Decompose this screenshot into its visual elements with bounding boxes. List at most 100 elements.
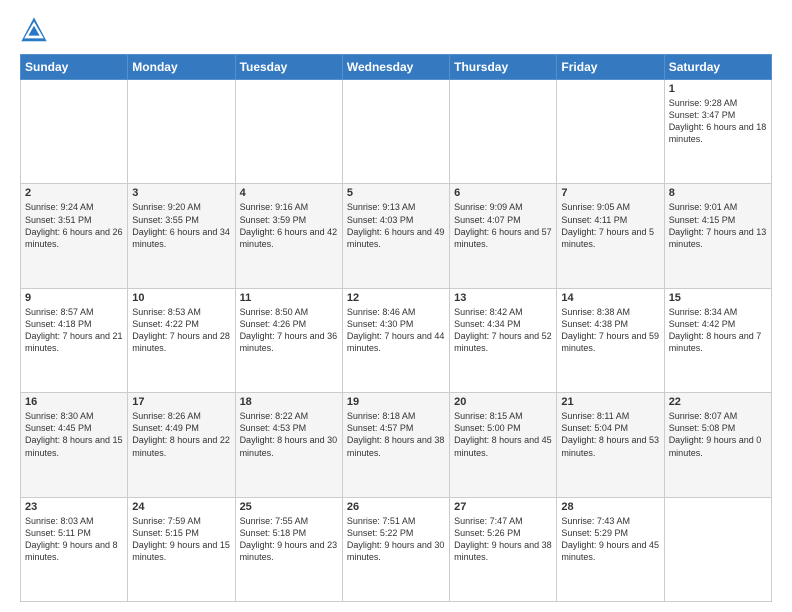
day-number: 13 xyxy=(454,292,552,304)
day-number: 10 xyxy=(132,292,230,304)
day-info: Sunrise: 8:38 AM Sunset: 4:38 PM Dayligh… xyxy=(561,306,659,355)
day-info: Sunrise: 7:43 AM Sunset: 5:29 PM Dayligh… xyxy=(561,515,659,564)
day-info: Sunrise: 8:18 AM Sunset: 4:57 PM Dayligh… xyxy=(347,410,445,459)
day-number: 7 xyxy=(561,187,659,199)
day-number: 14 xyxy=(561,292,659,304)
day-info: Sunrise: 9:13 AM Sunset: 4:03 PM Dayligh… xyxy=(347,201,445,250)
day-info: Sunrise: 9:20 AM Sunset: 3:55 PM Dayligh… xyxy=(132,201,230,250)
calendar-day-cell: 21 Sunrise: 8:11 AM Sunset: 5:04 PM Dayli… xyxy=(557,393,664,497)
day-info: Sunrise: 9:28 AM Sunset: 3:47 PM Dayligh… xyxy=(669,97,767,146)
calendar-day-cell: 26Sunrise: 7:51 AM Sunset: 5:22 PM Dayli… xyxy=(342,497,449,601)
day-info: Sunrise: 9:09 AM Sunset: 4:07 PM Dayligh… xyxy=(454,201,552,250)
calendar-day-header: Wednesday xyxy=(342,55,449,80)
day-info: Sunrise: 8:15 AM Sunset: 5:00 PM Dayligh… xyxy=(454,410,552,459)
day-number: 26 xyxy=(347,501,445,513)
calendar-day-cell: 27 Sunrise: 7:47 AM Sunset: 5:26 PM Dayli… xyxy=(450,497,557,601)
calendar-day-cell: 9 Sunrise: 8:57 AM Sunset: 4:18 PM Daylig… xyxy=(21,288,128,392)
calendar-day-cell: 6 Sunrise: 9:09 AM Sunset: 4:07 PM Daylig… xyxy=(450,184,557,288)
calendar-week-row: 16 Sunrise: 8:30 AM Sunset: 4:45 PM Dayli… xyxy=(21,393,772,497)
calendar-week-row: 23Sunrise: 8:03 AM Sunset: 5:11 PM Dayli… xyxy=(21,497,772,601)
day-number: 27 xyxy=(454,501,552,513)
calendar-day-cell: 13 Sunrise: 8:42 AM Sunset: 4:34 PM Dayli… xyxy=(450,288,557,392)
day-info: Sunrise: 7:59 AM Sunset: 5:15 PM Dayligh… xyxy=(132,515,230,564)
day-info: Sunrise: 8:26 AM Sunset: 4:49 PM Dayligh… xyxy=(132,410,230,459)
calendar-header-row: SundayMondayTuesdayWednesdayThursdayFrid… xyxy=(21,55,772,80)
day-number: 6 xyxy=(454,187,552,199)
logo xyxy=(20,16,52,44)
day-number: 12 xyxy=(347,292,445,304)
day-number: 18 xyxy=(240,396,338,408)
day-info: Sunrise: 7:47 AM Sunset: 5:26 PM Dayligh… xyxy=(454,515,552,564)
calendar-day-cell: 14 Sunrise: 8:38 AM Sunset: 4:38 PM Dayli… xyxy=(557,288,664,392)
day-info: Sunrise: 7:55 AM Sunset: 5:18 PM Dayligh… xyxy=(240,515,338,564)
calendar-day-cell: 18 Sunrise: 8:22 AM Sunset: 4:53 PM Dayli… xyxy=(235,393,342,497)
calendar-day-cell: 4 Sunrise: 9:16 AM Sunset: 3:59 PM Daylig… xyxy=(235,184,342,288)
calendar-day-cell: 8 Sunrise: 9:01 AM Sunset: 4:15 PM Daylig… xyxy=(664,184,771,288)
day-number: 9 xyxy=(25,292,123,304)
day-number: 8 xyxy=(669,187,767,199)
calendar-day-cell: 19 Sunrise: 8:18 AM Sunset: 4:57 PM Dayli… xyxy=(342,393,449,497)
day-info: Sunrise: 8:22 AM Sunset: 4:53 PM Dayligh… xyxy=(240,410,338,459)
calendar-day-header: Thursday xyxy=(450,55,557,80)
day-number: 2 xyxy=(25,187,123,199)
day-info: Sunrise: 8:57 AM Sunset: 4:18 PM Dayligh… xyxy=(25,306,123,355)
day-number: 22 xyxy=(669,396,767,408)
day-number: 19 xyxy=(347,396,445,408)
day-info: Sunrise: 9:24 AM Sunset: 3:51 PM Dayligh… xyxy=(25,201,123,250)
calendar-week-row: 2 Sunrise: 9:24 AM Sunset: 3:51 PM Daylig… xyxy=(21,184,772,288)
calendar-day-cell: 25 Sunrise: 7:55 AM Sunset: 5:18 PM Dayli… xyxy=(235,497,342,601)
calendar-day-cell xyxy=(664,497,771,601)
day-number: 20 xyxy=(454,396,552,408)
day-number: 15 xyxy=(669,292,767,304)
calendar-day-cell: 15 Sunrise: 8:34 AM Sunset: 4:42 PM Dayli… xyxy=(664,288,771,392)
day-number: 25 xyxy=(240,501,338,513)
day-info: Sunrise: 8:42 AM Sunset: 4:34 PM Dayligh… xyxy=(454,306,552,355)
day-number: 3 xyxy=(132,187,230,199)
calendar-day-cell: 24 Sunrise: 7:59 AM Sunset: 5:15 PM Dayli… xyxy=(128,497,235,601)
day-info: Sunrise: 8:46 AM Sunset: 4:30 PM Dayligh… xyxy=(347,306,445,355)
day-info: Sunrise: 8:07 AM Sunset: 5:08 PM Dayligh… xyxy=(669,410,767,459)
calendar-day-cell: 1 Sunrise: 9:28 AM Sunset: 3:47 PM Daylig… xyxy=(664,80,771,184)
calendar-day-cell xyxy=(557,80,664,184)
day-number: 17 xyxy=(132,396,230,408)
day-number: 21 xyxy=(561,396,659,408)
day-number: 16 xyxy=(25,396,123,408)
calendar-day-cell: 10 Sunrise: 8:53 AM Sunset: 4:22 PM Dayli… xyxy=(128,288,235,392)
calendar-day-cell: 3 Sunrise: 9:20 AM Sunset: 3:55 PM Daylig… xyxy=(128,184,235,288)
calendar-day-cell: 2 Sunrise: 9:24 AM Sunset: 3:51 PM Daylig… xyxy=(21,184,128,288)
calendar-day-cell: 12 Sunrise: 8:46 AM Sunset: 4:30 PM Dayli… xyxy=(342,288,449,392)
calendar-day-cell: 11 Sunrise: 8:50 AM Sunset: 4:26 PM Dayli… xyxy=(235,288,342,392)
calendar-day-header: Monday xyxy=(128,55,235,80)
day-number: 11 xyxy=(240,292,338,304)
calendar-day-header: Friday xyxy=(557,55,664,80)
day-info: Sunrise: 9:16 AM Sunset: 3:59 PM Dayligh… xyxy=(240,201,338,250)
day-number: 28 xyxy=(561,501,659,513)
calendar-day-header: Sunday xyxy=(21,55,128,80)
calendar-day-cell: 28 Sunrise: 7:43 AM Sunset: 5:29 PM Dayli… xyxy=(557,497,664,601)
day-info: Sunrise: 8:53 AM Sunset: 4:22 PM Dayligh… xyxy=(132,306,230,355)
day-number: 5 xyxy=(347,187,445,199)
calendar-table: SundayMondayTuesdayWednesdayThursdayFrid… xyxy=(20,54,772,602)
calendar-week-row: 9 Sunrise: 8:57 AM Sunset: 4:18 PM Daylig… xyxy=(21,288,772,392)
day-info: Sunrise: 8:34 AM Sunset: 4:42 PM Dayligh… xyxy=(669,306,767,355)
calendar-day-cell xyxy=(21,80,128,184)
calendar-day-cell xyxy=(342,80,449,184)
calendar-week-row: 1 Sunrise: 9:28 AM Sunset: 3:47 PM Daylig… xyxy=(21,80,772,184)
calendar-day-cell: 23Sunrise: 8:03 AM Sunset: 5:11 PM Dayli… xyxy=(21,497,128,601)
day-info: Sunrise: 8:03 AM Sunset: 5:11 PM Dayligh… xyxy=(25,515,123,564)
calendar-day-cell xyxy=(450,80,557,184)
calendar-day-cell: 7Sunrise: 9:05 AM Sunset: 4:11 PM Daylig… xyxy=(557,184,664,288)
header xyxy=(20,16,772,44)
day-number: 24 xyxy=(132,501,230,513)
day-info: Sunrise: 8:30 AM Sunset: 4:45 PM Dayligh… xyxy=(25,410,123,459)
calendar-day-cell: 20 Sunrise: 8:15 AM Sunset: 5:00 PM Dayli… xyxy=(450,393,557,497)
day-number: 1 xyxy=(669,83,767,95)
day-info: Sunrise: 8:50 AM Sunset: 4:26 PM Dayligh… xyxy=(240,306,338,355)
calendar-day-cell: 16 Sunrise: 8:30 AM Sunset: 4:45 PM Dayli… xyxy=(21,393,128,497)
calendar-day-cell: 22 Sunrise: 8:07 AM Sunset: 5:08 PM Dayli… xyxy=(664,393,771,497)
day-number: 4 xyxy=(240,187,338,199)
calendar-day-cell: 17 Sunrise: 8:26 AM Sunset: 4:49 PM Dayli… xyxy=(128,393,235,497)
calendar-day-cell: 5 Sunrise: 9:13 AM Sunset: 4:03 PM Daylig… xyxy=(342,184,449,288)
day-info: Sunrise: 9:01 AM Sunset: 4:15 PM Dayligh… xyxy=(669,201,767,250)
day-info: Sunrise: 8:11 AM Sunset: 5:04 PM Dayligh… xyxy=(561,410,659,459)
